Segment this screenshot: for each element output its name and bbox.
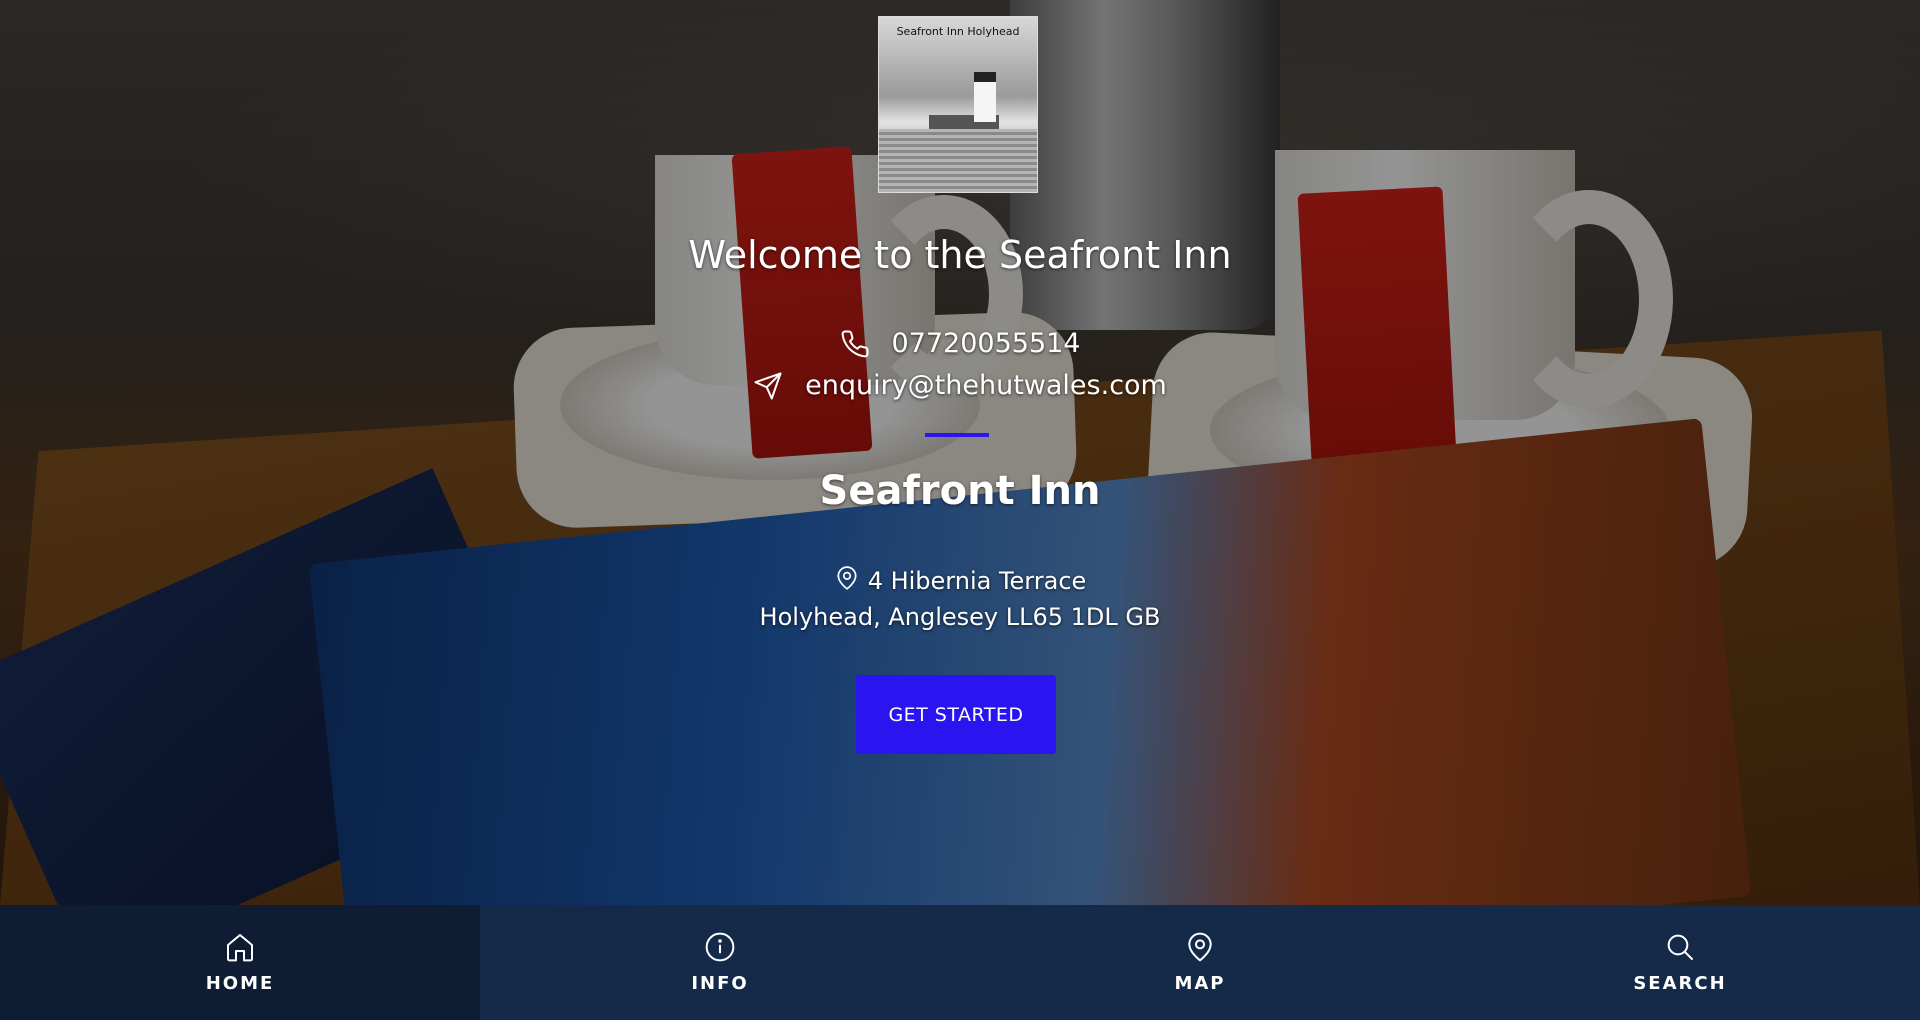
phone-icon <box>840 329 870 359</box>
map-pin-icon <box>1184 931 1216 973</box>
logo-water <box>879 129 1037 192</box>
address-line2-row: Holyhead, Anglesey LL65 1DL GB <box>0 603 1920 631</box>
business-name: Seafront Inn <box>819 468 1101 514</box>
address-line1-row: 4 Hibernia Terrace <box>0 564 1920 598</box>
nav-item-home[interactable]: HOME <box>0 905 480 1020</box>
location-pin-icon <box>834 564 860 598</box>
logo[interactable]: Seafront Inn Holyhead <box>878 16 1038 193</box>
nav-item-info[interactable]: INFO <box>480 905 960 1020</box>
address-line2: Holyhead, Anglesey LL65 1DL GB <box>759 603 1161 631</box>
nav-label-map: MAP <box>1174 973 1226 994</box>
nav-label-info: INFO <box>691 973 749 994</box>
get-started-button[interactable]: GET STARTED <box>856 675 1056 754</box>
nav-item-map[interactable]: MAP <box>960 905 1440 1020</box>
logo-text: Seafront Inn Holyhead <box>896 25 1020 38</box>
nav-label-home: HOME <box>205 973 275 994</box>
accent-divider <box>925 433 989 437</box>
bottom-nav: HOME INFO MAP SEARCH <box>0 905 1920 1020</box>
info-icon <box>704 931 736 973</box>
email-row[interactable]: enquiry@thehutwales.com <box>0 370 1920 401</box>
logo-lighthouse-icon <box>974 72 996 122</box>
phone-row[interactable]: 07720055514 <box>0 328 1920 359</box>
email-address[interactable]: enquiry@thehutwales.com <box>805 370 1167 401</box>
nav-item-search[interactable]: SEARCH <box>1440 905 1920 1020</box>
hero-content: Seafront Inn Holyhead Welcome to the Sea… <box>0 0 1920 905</box>
search-icon <box>1664 931 1696 973</box>
nav-label-search: SEARCH <box>1633 973 1727 994</box>
phone-number[interactable]: 07720055514 <box>892 328 1081 359</box>
send-icon <box>753 371 783 401</box>
address-line1: 4 Hibernia Terrace <box>867 567 1087 595</box>
home-icon <box>224 931 256 973</box>
welcome-heading: Welcome to the Seafront Inn <box>688 233 1232 277</box>
